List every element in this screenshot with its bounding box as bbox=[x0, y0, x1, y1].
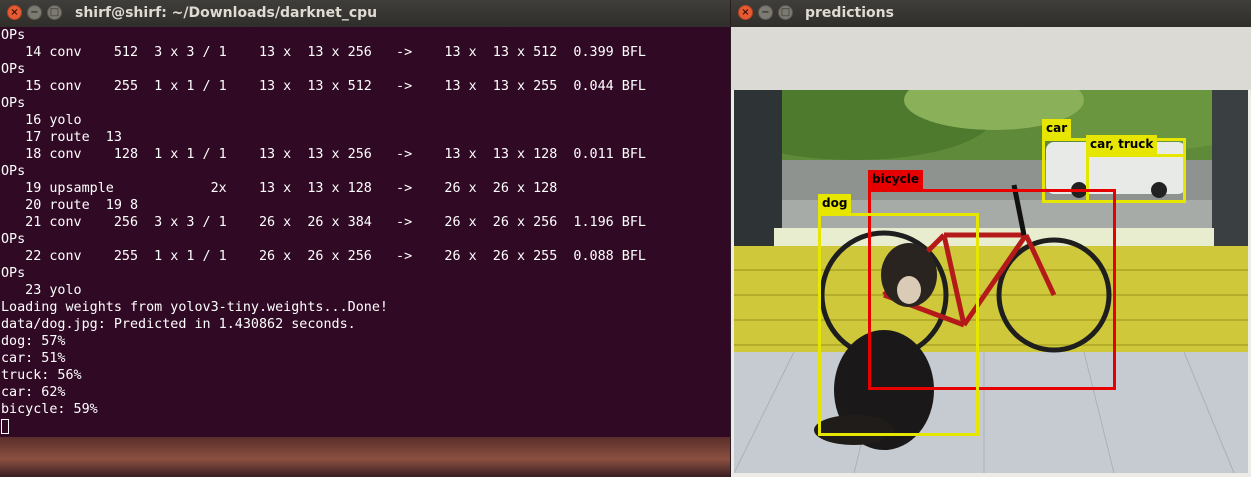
predictions-window: × − □ predictions car car, truck bicycle… bbox=[731, 0, 1251, 477]
terminal-output[interactable]: OPs 14 conv 512 3 x 3 / 1 13 x 13 x 256 … bbox=[0, 27, 730, 437]
close-icon[interactable]: × bbox=[738, 5, 753, 20]
terminal-line: 16 yolo bbox=[1, 113, 82, 128]
terminal-line: bicycle: 59% bbox=[1, 402, 98, 417]
terminal-line: 19 upsample 2x 13 x 13 x 128 -> 26 x 26 … bbox=[1, 181, 558, 196]
terminal-line: OPs bbox=[1, 62, 26, 77]
terminal-line: 17 route 13 bbox=[1, 130, 122, 145]
maximize-icon[interactable]: □ bbox=[778, 5, 793, 20]
terminal-line: 18 conv 128 1 x 1 / 1 13 x 13 x 256 -> 1… bbox=[1, 147, 646, 162]
terminal-line: OPs bbox=[1, 164, 26, 179]
terminal-line: OPs bbox=[1, 28, 26, 43]
predictions-toolbar bbox=[731, 27, 1251, 90]
detection-box-dog bbox=[818, 213, 979, 436]
terminal-line: 15 conv 255 1 x 1 / 1 13 x 13 x 512 -> 1… bbox=[1, 79, 646, 94]
predictions-title: predictions bbox=[805, 5, 894, 21]
detection-label-bicycle: bicycle bbox=[868, 170, 924, 189]
terminal-line: 20 route 19 8 bbox=[1, 198, 139, 213]
minimize-icon[interactable]: − bbox=[758, 5, 773, 20]
close-icon[interactable]: × bbox=[7, 5, 22, 20]
terminal-cursor bbox=[1, 419, 9, 434]
terminal-line: dog: 57% bbox=[1, 334, 66, 349]
prediction-image: car car, truck bicycle dog bbox=[734, 90, 1248, 473]
terminal-titlebar[interactable]: × − □ shirf@shirf: ~/Downloads/darknet_c… bbox=[0, 0, 730, 27]
terminal-line: car: 51% bbox=[1, 351, 66, 366]
terminal-line: OPs bbox=[1, 96, 26, 111]
terminal-line: Loading weights from yolov3-tiny.weights… bbox=[1, 300, 388, 315]
minimize-icon[interactable]: − bbox=[27, 5, 42, 20]
terminal-line: data/dog.jpg: Predicted in 1.430862 seco… bbox=[1, 317, 356, 332]
detection-label-car-truck: car, truck bbox=[1086, 135, 1158, 154]
terminal-line: truck: 56% bbox=[1, 368, 82, 383]
terminal-line: car: 62% bbox=[1, 385, 66, 400]
terminal-line: OPs bbox=[1, 232, 26, 247]
predictions-titlebar[interactable]: × − □ predictions bbox=[731, 0, 1251, 27]
terminal-line: 23 yolo bbox=[1, 283, 82, 298]
terminal-title: shirf@shirf: ~/Downloads/darknet_cpu bbox=[75, 5, 378, 21]
detection-label-dog: dog bbox=[818, 194, 852, 213]
terminal-line: 22 conv 255 1 x 1 / 1 26 x 26 x 256 -> 2… bbox=[1, 249, 646, 264]
terminal-line: OPs bbox=[1, 266, 26, 281]
terminal-line: 14 conv 512 3 x 3 / 1 13 x 13 x 256 -> 1… bbox=[1, 45, 646, 60]
terminal-line: 21 conv 256 3 x 3 / 1 26 x 26 x 384 -> 2… bbox=[1, 215, 646, 230]
detection-label-car: car bbox=[1042, 119, 1072, 138]
maximize-icon[interactable]: □ bbox=[47, 5, 62, 20]
terminal-window: × − □ shirf@shirf: ~/Downloads/darknet_c… bbox=[0, 0, 730, 437]
desktop-background bbox=[0, 437, 730, 477]
